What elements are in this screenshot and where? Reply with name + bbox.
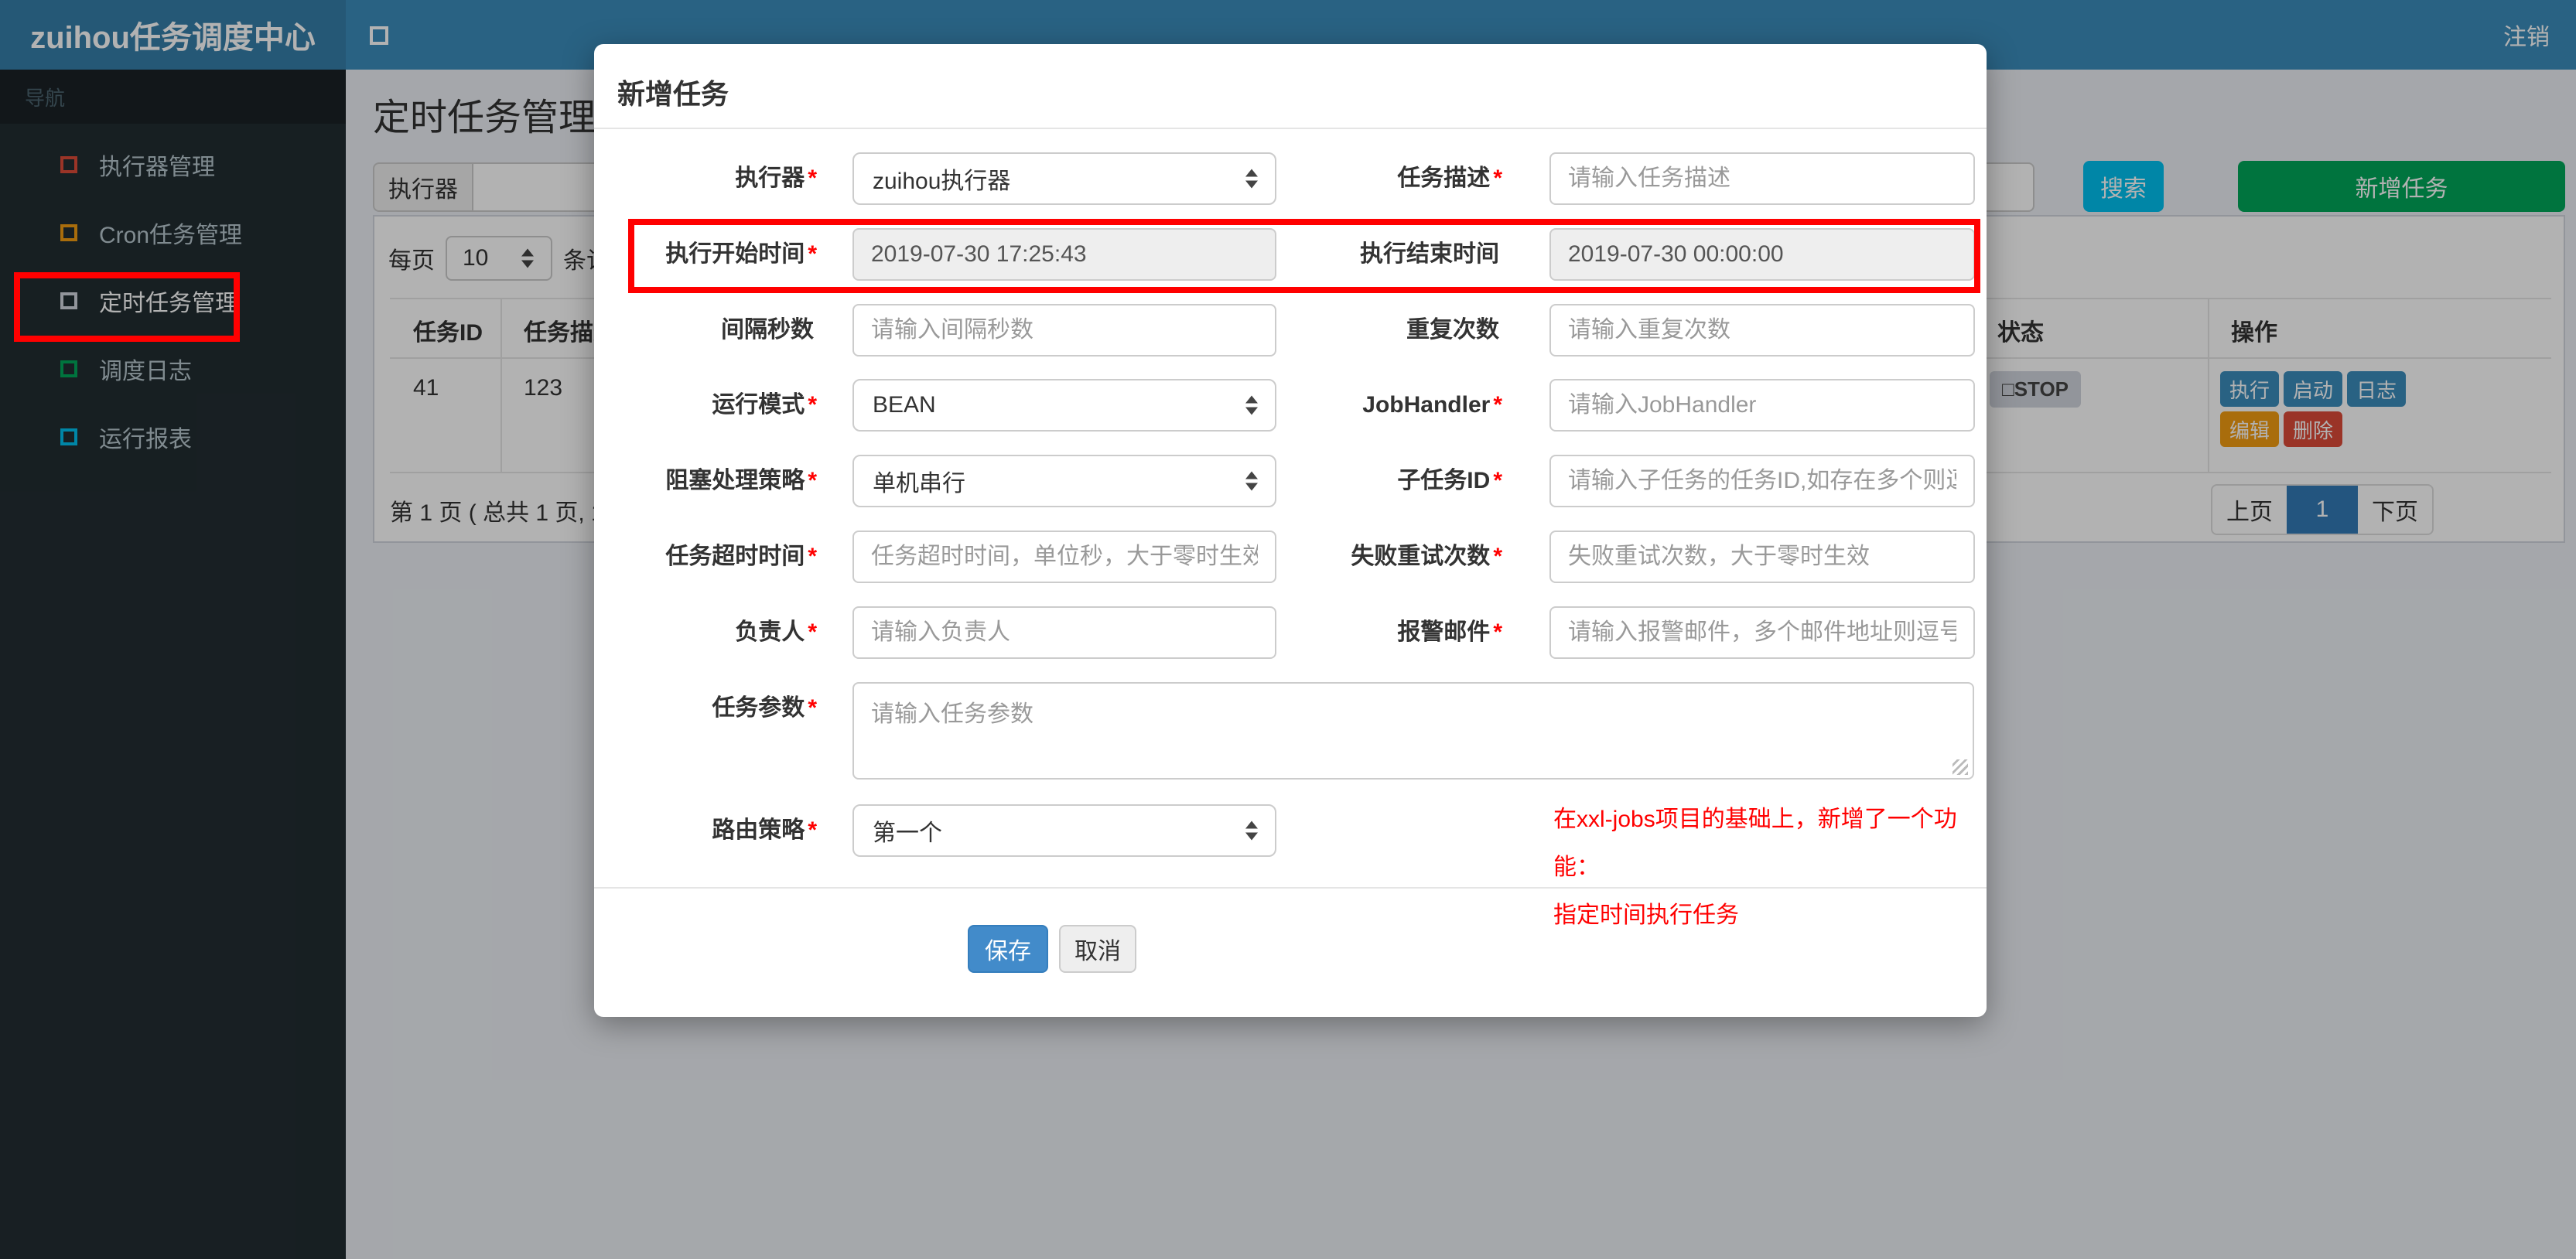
run-mode-select-value: BEAN <box>873 392 936 418</box>
modal-footer-divider <box>594 887 1987 889</box>
add-job-modal: 新增任务 执行器* zuihou执行器 任务描述* 执行开始时间* 执行结束时间… <box>594 44 1987 1017</box>
executor-select-value: zuihou执行器 <box>873 169 1011 194</box>
owner-input[interactable] <box>852 606 1276 659</box>
annotation-sidebar-timed-jobs <box>14 272 240 342</box>
select-spinner-icon <box>1245 821 1258 841</box>
textarea-resize-grip[interactable] <box>1952 759 1968 775</box>
jobhandler-input[interactable] <box>1549 379 1975 432</box>
field-label-timeout: 任务超时时间 * <box>665 544 817 569</box>
field-label-job-params: 任务参数 * <box>712 695 817 721</box>
field-label-repeat-count: 重复次数 <box>1406 317 1499 343</box>
annotation-datetime-row <box>628 219 1980 293</box>
block-strategy-select-value: 单机串行 <box>873 471 965 496</box>
route-strategy-select[interactable]: 第一个 <box>852 804 1276 857</box>
field-label-retry-count: 失败重试次数 * <box>1351 544 1502 569</box>
alarm-email-input[interactable] <box>1549 606 1975 659</box>
modal-header-divider <box>594 128 1987 129</box>
timeout-input[interactable] <box>852 531 1276 583</box>
child-job-id-input[interactable] <box>1549 455 1975 507</box>
field-label-run-mode: 运行模式 * <box>712 392 817 418</box>
interval-seconds-input[interactable] <box>852 304 1276 357</box>
modal-title: 新增任务 <box>617 78 729 110</box>
field-label-child-job-id: 子任务ID * <box>1397 468 1502 493</box>
block-strategy-select[interactable]: 单机串行 <box>852 455 1276 507</box>
executor-select[interactable]: zuihou执行器 <box>852 152 1276 205</box>
field-label-route-strategy: 路由策略 * <box>712 817 817 843</box>
field-label-block-strategy: 阻塞处理策略 * <box>665 468 817 493</box>
route-strategy-select-value: 第一个 <box>873 821 942 846</box>
select-spinner-icon <box>1245 471 1258 491</box>
field-label-owner: 负责人 * <box>735 619 817 645</box>
save-button[interactable]: 保存 <box>968 925 1048 973</box>
repeat-count-input[interactable] <box>1549 304 1975 357</box>
cancel-button[interactable]: 取消 <box>1059 925 1136 973</box>
field-label-job-desc: 任务描述 * <box>1397 165 1502 191</box>
select-spinner-icon <box>1245 169 1258 189</box>
field-label-jobhandler: JobHandler * <box>1362 392 1502 418</box>
field-label-executor: 执行器 * <box>735 165 817 191</box>
run-mode-select[interactable]: BEAN <box>852 379 1276 432</box>
field-label-alarm-email: 报警邮件 * <box>1397 619 1502 645</box>
feature-note-text: 在xxl-jobs项目的基础上，新增了一个功能： 指定时间执行任务 <box>1553 807 1957 928</box>
retry-count-input[interactable] <box>1549 531 1975 583</box>
job-params-textarea[interactable] <box>852 682 1974 780</box>
job-desc-input[interactable] <box>1549 152 1975 205</box>
select-spinner-icon <box>1245 395 1258 415</box>
field-label-interval: 间隔秒数 <box>721 317 814 343</box>
